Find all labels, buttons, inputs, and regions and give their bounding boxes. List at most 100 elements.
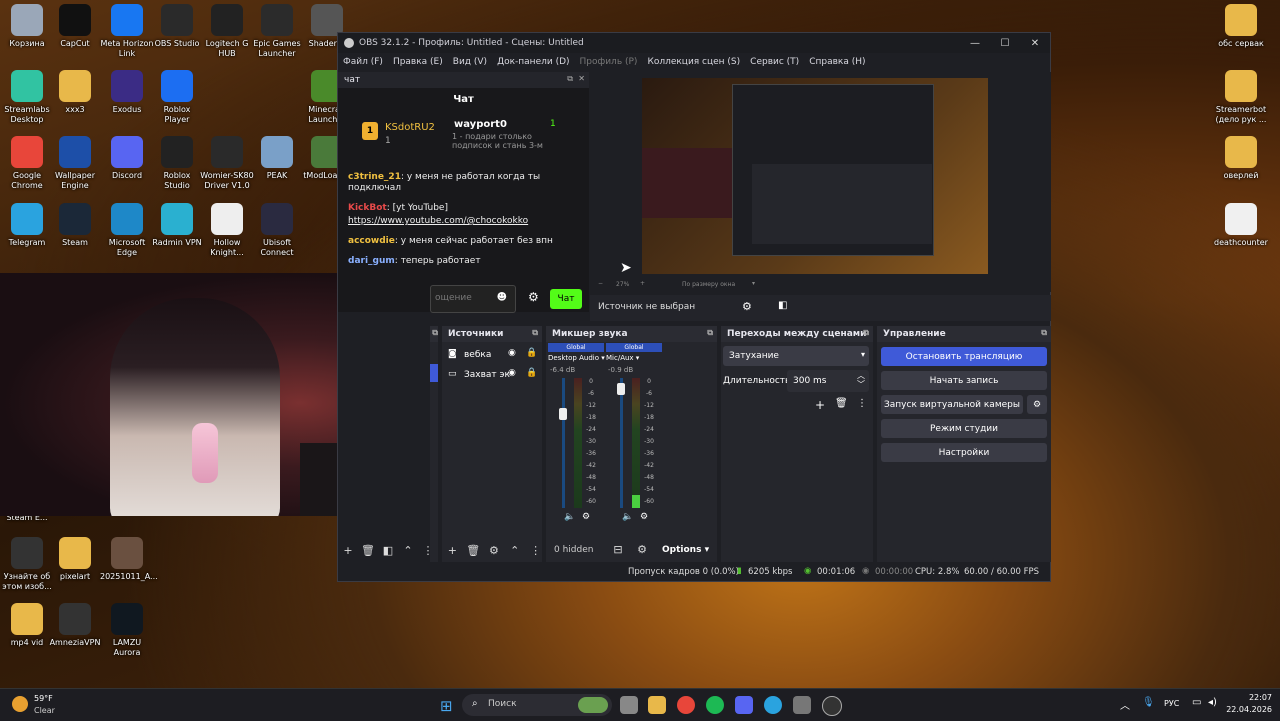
source-filters-icon[interactable]: ◧ — [778, 300, 787, 311]
stop-stream-button[interactable]: Остановить трансляцию — [881, 347, 1047, 366]
desktop-icon[interactable]: Radmin VPN — [150, 203, 204, 248]
chat-username[interactable]: dari_gum — [348, 256, 395, 266]
desktop-icon[interactable]: Streamlabs Desktop — [0, 70, 54, 125]
channel-settings-icon[interactable]: ⚙ — [582, 512, 590, 522]
scene-up-icon[interactable]: ⌃ — [400, 544, 416, 557]
preview-canvas[interactable] — [642, 78, 988, 274]
desktop-icon[interactable]: Streamerbot (дело рук ... — [1214, 70, 1268, 125]
mixer-layout-icon[interactable]: ⊟ — [610, 543, 626, 556]
close-button[interactable]: ✕ — [1020, 33, 1050, 53]
maximize-button[interactable]: ☐ — [990, 33, 1020, 53]
zoom-in-icon[interactable]: + — [640, 280, 645, 287]
desktop-icon[interactable]: Корзина — [0, 4, 54, 49]
mute-speaker-icon[interactable]: 🔈 — [622, 512, 633, 522]
transitions-dock-icon[interactable]: ⧉ — [863, 328, 869, 338]
menu-item[interactable]: Правка (E) — [388, 57, 448, 67]
transition-menu-icon[interactable]: ⋮ — [857, 398, 867, 409]
desktop-icon[interactable]: Meta Horizon Link — [100, 4, 154, 59]
menu-item[interactable]: Коллекция сцен (S) — [642, 57, 745, 67]
search-box[interactable]: ⌕ Поиск — [462, 694, 612, 716]
desktop-icon[interactable]: Logitech G HUB — [200, 4, 254, 59]
desktop-icon[interactable]: Google Chrome — [0, 136, 54, 191]
chat-username[interactable]: c3trine_21 — [348, 172, 401, 182]
start-icon[interactable]: ⊞ — [440, 697, 453, 715]
weather-icon[interactable] — [12, 696, 28, 712]
chat-input[interactable]: ощение ☻ — [430, 285, 516, 313]
telegram-taskbar-icon[interactable] — [764, 696, 782, 714]
task-view-icon[interactable] — [620, 696, 638, 714]
volume-fader-handle[interactable] — [617, 383, 625, 395]
zoom-out-icon[interactable]: − — [598, 280, 603, 287]
source-menu-icon[interactable]: ⋮ — [528, 544, 544, 557]
source-up-icon[interactable]: ⌃ — [507, 544, 523, 557]
desktop-icon[interactable]: PEAK — [250, 136, 304, 181]
obs-taskbar-icon[interactable] — [822, 696, 842, 716]
controls-dock-icon[interactable]: ⧉ — [1041, 328, 1047, 338]
clock-time[interactable]: 22:07 — [1232, 693, 1272, 702]
settings-button[interactable]: Настройки — [881, 443, 1047, 462]
language-indicator[interactable]: РУС — [1164, 699, 1179, 708]
desktop-icon[interactable]: Telegram — [0, 203, 54, 248]
remove-transition-icon[interactable]: 🗑 — [835, 398, 848, 409]
add-scene-icon[interactable]: + — [340, 544, 356, 557]
app-taskbar-icon[interactable] — [793, 696, 811, 714]
menu-item[interactable]: Док-панели (D) — [492, 57, 574, 67]
mixer-dock-icon[interactable]: ⧉ — [707, 328, 713, 338]
start-record-button[interactable]: Начать запись — [881, 371, 1047, 390]
weather-desc[interactable]: Clear — [34, 706, 55, 715]
sources-dock-icon[interactable]: ⧉ — [532, 328, 538, 338]
scene-filters-icon[interactable]: ◧ — [380, 544, 396, 557]
remove-source-icon[interactable]: 🗑 — [465, 544, 481, 557]
desktop-icon[interactable]: оверлей — [1214, 136, 1268, 181]
mic-tray-icon[interactable]: 🎙 — [1142, 697, 1155, 708]
volume-icon[interactable]: ◂) — [1208, 697, 1217, 708]
desktop-icon[interactable]: Wallpaper Engine — [48, 136, 102, 191]
zoom-dropdown-icon[interactable]: ▾ — [752, 280, 755, 287]
mixer-options-button[interactable]: Options ▾ — [662, 545, 709, 555]
source-item[interactable]: ▭ Захват эк ◉ 🔒 — [442, 366, 542, 384]
spotify-taskbar-icon[interactable] — [706, 696, 724, 714]
source-item[interactable]: ◙ вебка ◉ 🔒 — [442, 346, 542, 364]
virtual-camera-button[interactable]: Запуск виртуальной камеры — [881, 395, 1023, 414]
add-transition-icon[interactable]: + — [815, 398, 825, 412]
desktop-icon[interactable]: LAMZU Aurora — [100, 603, 154, 658]
volume-fader[interactable] — [620, 378, 623, 508]
add-source-icon[interactable]: + — [444, 544, 460, 557]
desktop-icon[interactable]: Epic Games Launcher — [250, 4, 304, 59]
menu-item[interactable]: Файл (F) — [338, 57, 388, 67]
visibility-eye-icon[interactable]: ◉ — [508, 348, 516, 358]
dock-close-icon[interactable]: ✕ — [578, 74, 585, 83]
channel-name[interactable]: Mic/Aux ▾ — [606, 354, 666, 362]
studio-mode-button[interactable]: Режим студии — [881, 419, 1047, 438]
chat-send-button[interactable]: Чат — [550, 289, 582, 309]
desktop-icon[interactable]: Ubisoft Connect — [250, 203, 304, 258]
volume-fader-handle[interactable] — [559, 408, 567, 420]
mixer-advanced-icon[interactable]: ⚙ — [634, 543, 650, 556]
menu-item[interactable]: Вид (V) — [448, 57, 492, 67]
lock-icon[interactable]: 🔒 — [526, 348, 537, 358]
desktop-icon[interactable]: Roblox Player — [150, 70, 204, 125]
desktop-icon[interactable]: pixelart — [48, 537, 102, 582]
chat-username[interactable]: accowdie — [348, 236, 395, 246]
clock-date[interactable]: 22.04.2026 — [1224, 705, 1272, 714]
desktop-icon[interactable]: Womier-SK80 Driver V1.0 — [200, 136, 254, 191]
menu-item[interactable]: Справка (H) — [804, 57, 870, 67]
desktop-icon[interactable]: обс сервак — [1214, 4, 1268, 49]
scene-selected[interactable] — [430, 364, 438, 382]
emoji-icon[interactable]: ☻ — [497, 292, 507, 303]
chat-settings-icon[interactable]: ⚙ — [528, 290, 539, 304]
hidden-count[interactable]: 0 hidden — [554, 545, 593, 555]
tray-expand-icon[interactable]: ︿ — [1120, 697, 1130, 712]
visibility-eye-icon[interactable]: ◉ — [508, 368, 516, 378]
lock-icon[interactable]: 🔒 — [526, 368, 537, 378]
desktop-icon[interactable]: Exodus — [100, 70, 154, 115]
volume-fader[interactable] — [562, 378, 565, 508]
mute-speaker-icon[interactable]: 🔈 — [564, 512, 575, 522]
desktop-icon[interactable]: deathcounter — [1214, 203, 1268, 248]
chat-username[interactable]: KickBot — [348, 203, 387, 213]
duration-stepper-down-icon[interactable]: ﹀ — [857, 379, 865, 390]
desktop-icon[interactable]: xxx3 — [48, 70, 102, 115]
remove-scene-icon[interactable]: 🗑 — [360, 544, 376, 557]
scene-menu-icon[interactable]: ⋮ — [420, 544, 436, 557]
scenes-dock-icon[interactable]: ⧉ — [432, 328, 438, 338]
